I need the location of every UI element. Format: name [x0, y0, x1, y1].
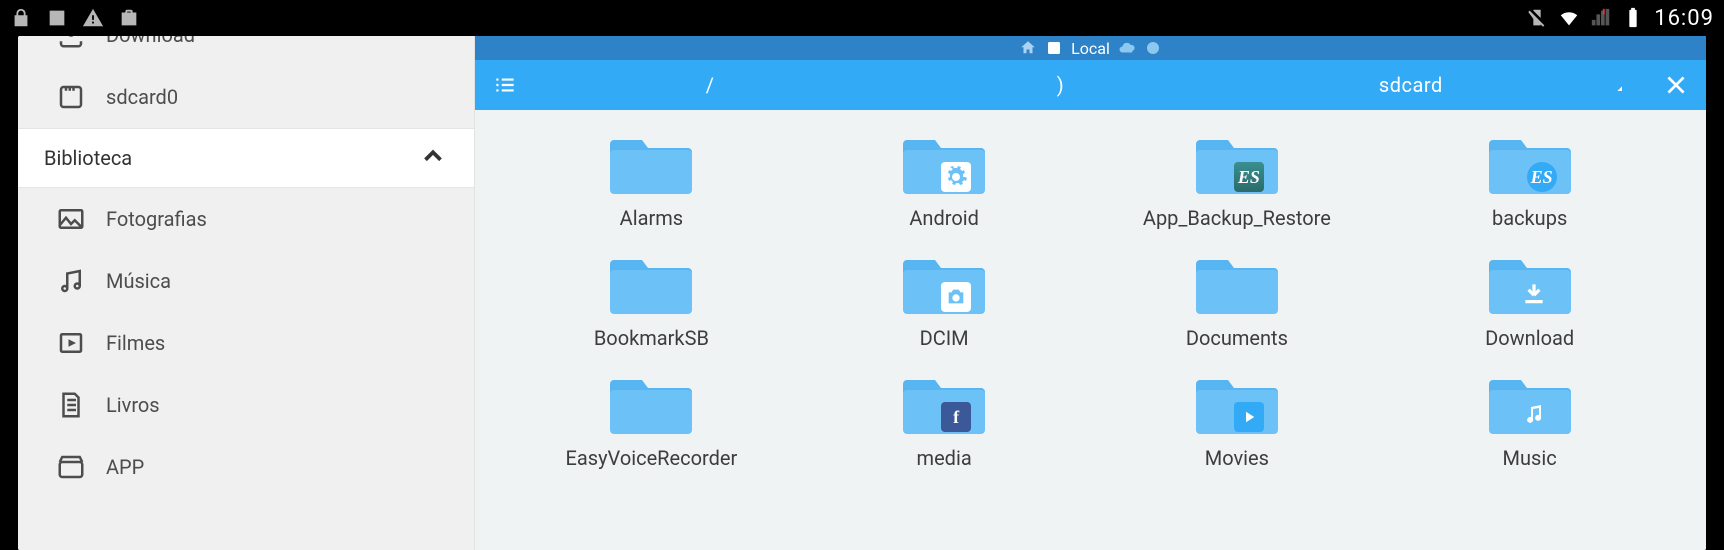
android-statusbar: 16:09	[0, 0, 1724, 36]
close-button[interactable]	[1646, 72, 1706, 98]
signal-icon	[1590, 7, 1612, 29]
sidebar-label: APP	[106, 455, 144, 479]
sd-icon	[1045, 39, 1063, 57]
path-toolbar: / ) sdcard	[475, 60, 1706, 110]
folder-name: Documents	[1186, 326, 1288, 350]
folder-name: Android	[909, 206, 979, 230]
sidebar-label: Música	[106, 269, 171, 293]
folder-item[interactable]: EasyVoiceRecorder	[515, 370, 788, 470]
folder-overlay-icon	[1234, 402, 1264, 432]
folder-name: backups	[1492, 206, 1567, 230]
folder-item[interactable]: Movies	[1101, 370, 1374, 470]
sidebar-item-filmes[interactable]: Filmes	[18, 312, 474, 374]
battery-icon	[1622, 7, 1644, 29]
folder-name: DCIM	[920, 326, 969, 350]
sidebar-item-download[interactable]: Download	[18, 36, 474, 66]
sidebar-item-musica[interactable]: Música	[18, 250, 474, 312]
folder-overlay-icon: ES	[1527, 162, 1557, 192]
folder-overlay-icon	[1519, 398, 1549, 428]
folder-item[interactable]: Alarms	[515, 130, 788, 230]
net-icon	[1144, 39, 1162, 57]
folder-name: Movies	[1205, 446, 1269, 470]
section-label: Biblioteca	[44, 146, 132, 170]
content-pane: Local / ) sdcard	[475, 36, 1706, 550]
file-manager-window: Download sdcard0 Biblioteca Fotografias …	[18, 36, 1706, 550]
sidebar-item-app[interactable]: APP	[18, 436, 474, 498]
home-icon	[1019, 39, 1037, 57]
folder-overlay-icon: f	[941, 402, 971, 432]
window-resize-button[interactable]	[1586, 77, 1646, 93]
vibrate-icon	[1526, 7, 1548, 29]
sidebar-item-fotografias[interactable]: Fotografias	[18, 188, 474, 250]
folder-icon	[608, 130, 694, 196]
sidebar-label: Fotografias	[106, 207, 207, 231]
cloud-icon	[1118, 39, 1136, 57]
folder-item[interactable]: Download	[1393, 250, 1666, 350]
folder-name: Music	[1503, 446, 1557, 470]
image-icon	[46, 7, 68, 29]
folder-overlay-icon	[941, 162, 971, 192]
folder-grid: Alarms Android ES App_Backup_Restore ES	[475, 110, 1706, 550]
folder-name: Alarms	[620, 206, 683, 230]
folder-icon	[608, 370, 694, 436]
folder-name: Download	[1485, 326, 1574, 350]
location-strip[interactable]: Local	[475, 36, 1706, 60]
folder-item[interactable]: BookmarkSB	[515, 250, 788, 350]
folder-item[interactable]: ES backups	[1393, 130, 1666, 230]
sidebar: Download sdcard0 Biblioteca Fotografias …	[18, 36, 475, 550]
folder-icon	[608, 250, 694, 316]
folder-overlay-icon: ES	[1234, 162, 1264, 192]
warning-icon	[82, 7, 104, 29]
folder-item[interactable]: f media	[808, 370, 1081, 470]
sidebar-label: sdcard0	[106, 85, 178, 109]
folder-icon	[1194, 250, 1280, 316]
folder-name: App_Backup_Restore	[1143, 206, 1331, 230]
chevron-up-icon	[418, 141, 448, 176]
statusbar-clock: 16:09	[1654, 6, 1714, 31]
location-label: Local	[1071, 39, 1110, 58]
folder-name: media	[917, 446, 972, 470]
folder-overlay-icon	[1519, 278, 1549, 308]
folder-item[interactable]: Documents	[1101, 250, 1374, 350]
breadcrumb-current[interactable]: sdcard	[1236, 73, 1586, 97]
breadcrumb-root[interactable]: /	[535, 73, 885, 97]
folder-overlay-icon	[941, 282, 971, 312]
sidebar-label: Filmes	[106, 331, 165, 355]
sidebar-label: Livros	[106, 393, 160, 417]
sidebar-item-livros[interactable]: Livros	[18, 374, 474, 436]
sidebar-label: Download	[106, 36, 195, 47]
breadcrumb-sep: )	[885, 73, 1235, 97]
sidebar-section-biblioteca[interactable]: Biblioteca	[18, 128, 474, 188]
folder-item[interactable]: Android	[808, 130, 1081, 230]
briefcase-icon	[118, 7, 140, 29]
folder-item[interactable]: Music	[1393, 370, 1666, 470]
folder-name: EasyVoiceRecorder	[566, 446, 738, 470]
sidebar-item-sdcard0[interactable]: sdcard0	[18, 66, 474, 128]
folder-name: BookmarkSB	[594, 326, 709, 350]
lock-icon	[10, 7, 32, 29]
wifi-icon	[1558, 7, 1580, 29]
view-list-button[interactable]	[475, 60, 535, 110]
folder-item[interactable]: DCIM	[808, 250, 1081, 350]
folder-item[interactable]: ES App_Backup_Restore	[1101, 130, 1374, 230]
